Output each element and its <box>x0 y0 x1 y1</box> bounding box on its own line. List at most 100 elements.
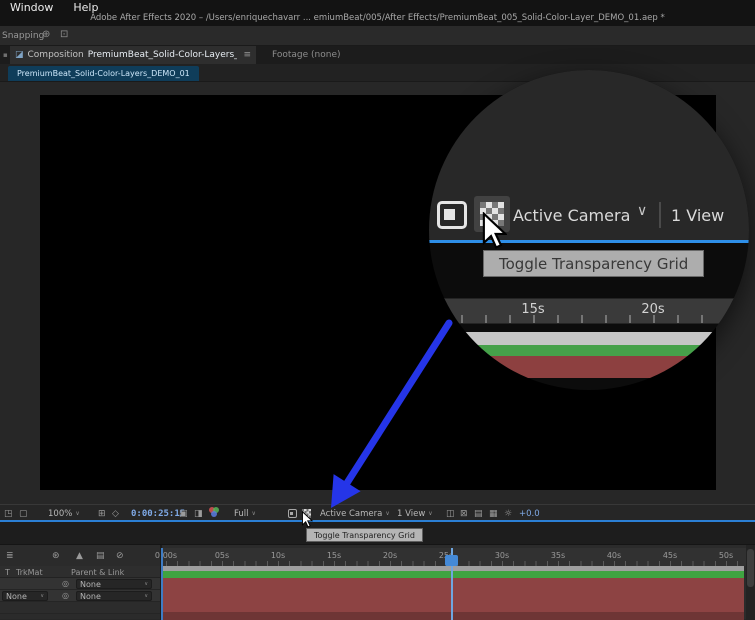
timeline-start-marker <box>161 548 163 620</box>
pickwhip-icon[interactable]: ◎ <box>62 591 69 600</box>
scrollbar-thumb[interactable] <box>747 549 754 587</box>
ruler-label: 50s <box>718 551 734 560</box>
snapshot-icon[interactable]: ▣ <box>179 507 188 520</box>
resolution-value: Full <box>234 508 249 519</box>
tab-composition-label: Composition <box>27 50 84 60</box>
timeline-panel: ≣ ⊛ ▲ ▤ ⊘ 0:00s 05s 10s 15s 20s 25s 30s … <box>0 544 755 620</box>
snap-frame-icon[interactable]: ⊡ <box>60 29 68 40</box>
viewer-toolbar: ◳ ▢ 100% ∨ ⊞ ◇ 0:00:25:15 ▣ ◨ Full ∨ Act… <box>0 504 755 522</box>
tooltip: Toggle Transparency Grid <box>306 528 423 542</box>
layer-row: ◎ None ∨ <box>0 578 160 590</box>
region-of-interest-button[interactable] <box>288 507 297 520</box>
tab-footage[interactable]: Footage (none) <box>266 46 347 64</box>
timeline-icon-3[interactable]: ▲ <box>76 551 83 561</box>
timeline-icon-5[interactable]: ⊘ <box>116 551 124 561</box>
ruler-label: 15s <box>326 551 342 560</box>
cursor-icon <box>482 212 507 249</box>
trkmat-value: None <box>6 591 27 601</box>
magnified-red-layer-bar <box>429 356 749 378</box>
show-snapshot-icon[interactable]: ◨ <box>194 507 203 520</box>
share-view-icon[interactable]: ◫ <box>446 507 455 520</box>
parent-value: None <box>80 591 101 601</box>
ruler-ticks <box>437 315 749 323</box>
current-time-field[interactable]: 0:00:25:15 <box>131 507 185 520</box>
timeline-column-headers: T TrkMat Parent & Link <box>0 566 160 578</box>
column-header-parent-link: Parent & Link <box>71 568 125 577</box>
tools-bar: Snapping ⊕ ⊡ <box>0 26 755 46</box>
magnifier-annotation: Active Camera ∨ 1 View Toggle Transparen… <box>429 70 749 390</box>
always-preview-icon[interactable]: ◳ <box>4 507 13 520</box>
timeline-icon-4[interactable]: ▤ <box>96 551 105 561</box>
panel-group-icon[interactable]: ▪ <box>3 51 8 59</box>
ruler-label: 10s <box>270 551 286 560</box>
ruler-label: 30s <box>494 551 510 560</box>
fast-preview-icon[interactable]: ▤ <box>474 507 483 520</box>
composition-panel-icon: ◪ <box>15 50 24 60</box>
separator <box>659 202 661 228</box>
chevron-down-icon: ∨ <box>428 510 433 517</box>
ruler-label: 40s <box>606 551 622 560</box>
view-layout-select[interactable]: 1 View ∨ <box>397 507 433 520</box>
monitor-icon[interactable]: ▢ <box>19 507 28 520</box>
trkmat-select[interactable]: None ∨ <box>2 591 48 601</box>
magnified-time-ruler: 15s 20s <box>429 298 749 324</box>
panel-tabbar: ▪ ◪ Composition PremiumBeat_Solid-Color-… <box>0 46 755 64</box>
camera-value: Active Camera <box>320 508 383 519</box>
green-layer-bar[interactable] <box>163 571 744 578</box>
ruler-label: 35s <box>550 551 566 560</box>
snap-angle-icon[interactable]: ⊕ <box>42 29 50 40</box>
ruler-label: 20s <box>382 551 398 560</box>
pickwhip-icon[interactable]: ◎ <box>62 579 69 588</box>
magnified-camera-select: Active Camera <box>513 205 631 225</box>
view-layout-value: 1 View <box>397 508 426 519</box>
magnified-panel-highlight <box>429 240 749 243</box>
reset-exposure-icon[interactable]: ☼ <box>504 507 512 520</box>
mask-visibility-icon[interactable]: ◇ <box>112 507 119 520</box>
red-layer-bar[interactable] <box>163 578 744 612</box>
chevron-down-icon: ∨ <box>144 581 148 587</box>
parent-select[interactable]: None ∨ <box>76 591 152 601</box>
chevron-down-icon: ∨ <box>637 203 648 219</box>
magnified-green-layer-bar <box>429 345 749 356</box>
column-header-trkmat: TrkMat <box>16 568 43 577</box>
region-of-interest-icon <box>288 509 297 518</box>
cursor-icon <box>301 511 313 528</box>
timeline-button-icon[interactable]: ▦ <box>489 507 498 520</box>
parent-select[interactable]: None ∨ <box>76 579 152 589</box>
camera-select[interactable]: Active Camera ∨ <box>320 507 390 520</box>
magnification-select[interactable]: 100% ∨ <box>48 507 80 520</box>
ruler-label: 45s <box>662 551 678 560</box>
chevron-down-icon: ∨ <box>75 510 80 517</box>
magnified-view-select: 1 View <box>671 205 725 225</box>
parent-value: None <box>80 579 101 589</box>
layer-row <box>0 602 160 614</box>
playhead-handle[interactable] <box>445 555 458 566</box>
tab-composition-name: PremiumBeat_Solid-Color-Layers_DEMO_01 <box>87 50 238 60</box>
resolution-select[interactable]: Full ∨ <box>234 507 256 520</box>
window-title: Adobe After Effects 2020 – /Users/enriqu… <box>90 13 665 23</box>
chevron-down-icon: ∨ <box>144 593 148 599</box>
pixel-aspect-icon[interactable]: ⊠ <box>460 507 468 520</box>
magnified-work-area-bar <box>429 332 749 345</box>
magnification-value: 100% <box>48 508 73 519</box>
ruler-label: 05s <box>214 551 230 560</box>
panel-menu-icon[interactable]: ≡ <box>243 50 251 60</box>
comp-navigator-item[interactable]: PremiumBeat_Solid-Color-Layers_DEMO_01 <box>8 66 199 81</box>
exposure-value[interactable]: +0.0 <box>519 507 540 520</box>
chevron-down-icon: ∨ <box>251 510 256 517</box>
chevron-down-icon: ∨ <box>385 510 390 517</box>
ruler-label: 0:00s <box>154 551 178 560</box>
snapping-label: Snapping <box>2 31 45 41</box>
timeline-scrollbar[interactable] <box>746 545 755 620</box>
show-channel-icon[interactable] <box>209 507 220 517</box>
grid-guides-icon[interactable]: ⊞ <box>98 507 106 520</box>
region-of-interest-icon <box>435 198 469 232</box>
timeline-icon-2[interactable]: ⊛ <box>52 551 60 561</box>
tab-composition[interactable]: ◪ Composition PremiumBeat_Solid-Color-La… <box>10 46 256 64</box>
timeline-icon-1[interactable]: ≣ <box>6 551 14 561</box>
layer-row: None ∨ ◎ None ∨ <box>0 590 160 602</box>
column-header-t: T <box>5 568 10 577</box>
chevron-down-icon: ∨ <box>40 593 44 599</box>
magnified-tooltip: Toggle Transparency Grid <box>483 250 705 277</box>
menubar: Window Help Adobe After Effects 2020 – /… <box>0 0 755 26</box>
